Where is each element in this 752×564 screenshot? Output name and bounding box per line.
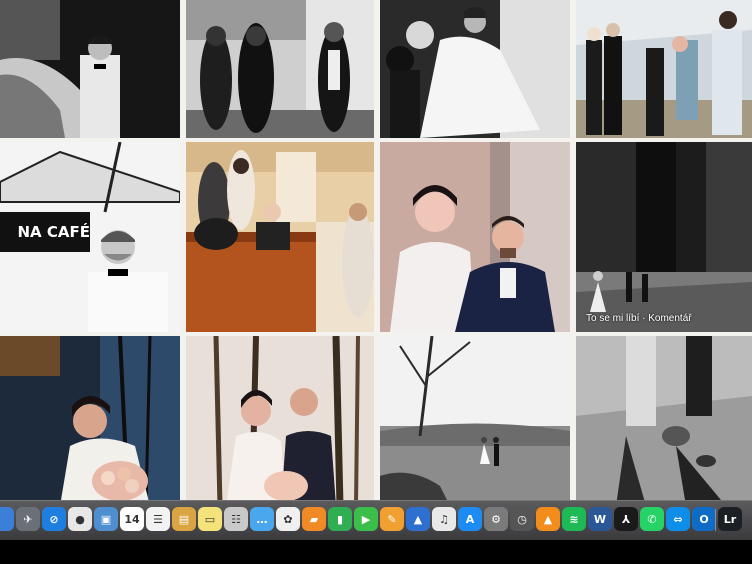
photo-shadows-ground[interactable] [576, 336, 752, 506]
launchpad-icon[interactable]: ✈ [16, 507, 40, 531]
stickies-icon[interactable]: ▭ [198, 507, 222, 531]
messages-icon[interactable]: … [250, 507, 274, 531]
photo-guests-walking-park[interactable] [576, 0, 752, 138]
itunes-icon[interactable]: ♫ [432, 507, 456, 531]
photos-icon[interactable]: ✿ [276, 507, 300, 531]
vlc-icon[interactable]: ▲ [536, 507, 560, 531]
facetime-icon[interactable]: ▶ [354, 507, 378, 531]
photo-bride-groom-smiling[interactable] [380, 142, 570, 332]
teamviewer-icon[interactable]: ⇔ [666, 507, 690, 531]
photo-couple-forest[interactable] [186, 336, 374, 506]
whatsapp-icon[interactable]: ✆ [640, 507, 664, 531]
photo-bride-bouquet-trees[interactable] [0, 336, 180, 506]
contacts-icon[interactable]: ☷ [224, 507, 248, 531]
adobe-acrobat-icon[interactable]: ⅄ [614, 507, 638, 531]
photo-group-church-steps[interactable] [186, 0, 374, 138]
keynote-icon[interactable]: ▲ [406, 507, 430, 531]
lightroom-icon[interactable]: Lr [718, 507, 742, 531]
dock-separator [715, 509, 716, 531]
system-preferences-icon[interactable]: ⚙ [484, 507, 508, 531]
photo-bride-dancing-bouquet[interactable] [380, 0, 570, 138]
reminders-icon[interactable]: ☰ [146, 507, 170, 531]
photo-couple-meadow[interactable] [380, 336, 570, 506]
screen-bezel [0, 540, 752, 564]
preview-icon[interactable]: ▣ [94, 507, 118, 531]
photo-actions-overlay[interactable]: To se mi líbí · Komentář [586, 313, 692, 324]
spotify-icon[interactable]: ≋ [562, 507, 586, 531]
finder-partial-icon[interactable] [0, 507, 14, 531]
photo-groom-bowtie-car[interactable] [0, 0, 180, 138]
cafe-sign-text: NA CAFÉ [17, 223, 91, 241]
photo-grid: NA CAFÉ To se mi líbí · Komentář [0, 0, 752, 506]
photo-guests-church-pews[interactable] [186, 142, 374, 332]
photo-cafe-tent-man[interactable]: NA CAFÉ [0, 142, 180, 332]
app-store-icon[interactable]: A [458, 507, 482, 531]
calendar-icon[interactable]: 14 [120, 507, 144, 531]
safari-icon[interactable]: ⊘ [42, 507, 66, 531]
ibooks-icon[interactable]: ▰ [302, 507, 326, 531]
time-machine-icon[interactable]: ◷ [510, 507, 534, 531]
dock: ✈ ⊘ ● ▣ 14 ☰ ▤ ▭ ☷… ✿ ▰ ▮ ▶ ✎ ▲ ♫ A ⚙ ◷ ▲ ≋ W ⅄ ✆ ⇔ O Lr [0, 500, 752, 541]
chrome-icon[interactable]: ● [68, 507, 92, 531]
numbers-icon[interactable]: ▮ [328, 507, 352, 531]
word-icon[interactable]: W [588, 507, 612, 531]
outlook-icon[interactable]: O [692, 507, 716, 531]
photo-castle-tower-bride[interactable]: To se mi líbí · Komentář [576, 142, 752, 332]
pages-icon[interactable]: ✎ [380, 507, 404, 531]
notes-icon[interactable]: ▤ [172, 507, 196, 531]
